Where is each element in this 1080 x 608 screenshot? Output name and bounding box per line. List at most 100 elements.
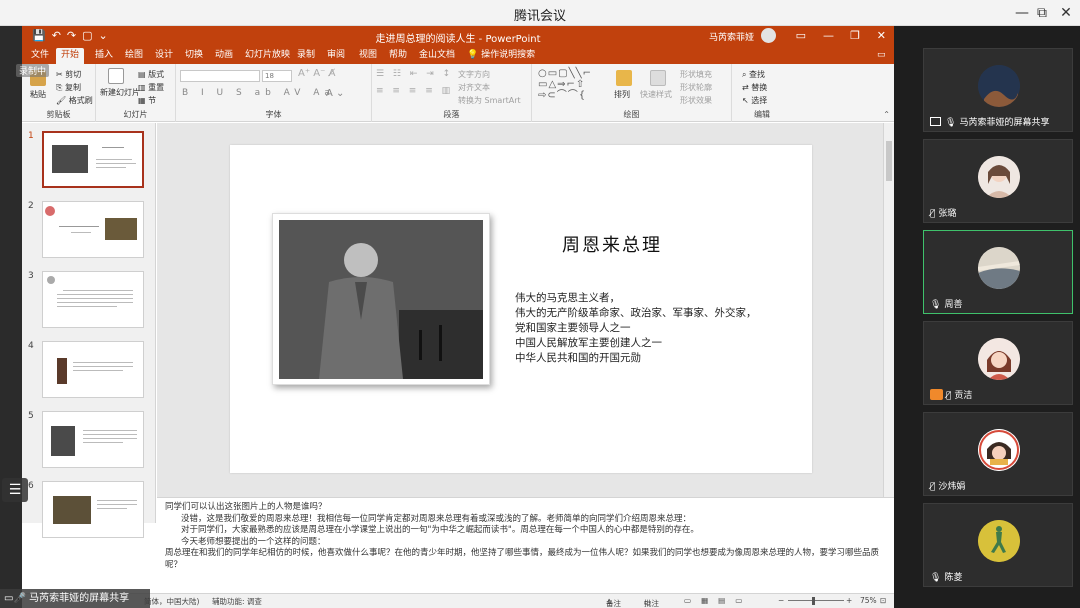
account-name[interactable]: 马芮索菲娅 [709,30,754,43]
tell-me-search[interactable]: 💡 操作说明搜索 [462,48,540,64]
tab-kingsoft-docs[interactable]: 金山文档 [414,48,460,64]
shapes-gallery[interactable]: ○▭▢╲╲⌐ ▭△⇒⌐⇧ ⇨⊂⌒⌒{ [538,68,592,101]
language-status[interactable]: 简体，中国大陆) [144,596,199,607]
speaker-notes[interactable]: 同学们可以认出这张图片上的人物是谁吗？ 没错，这是我们敬爱的周恩来总理！我相信每… [157,497,894,593]
thumb-line [102,147,124,148]
zoom-in-button[interactable]: + [846,596,852,605]
slide-thumbnail-5[interactable] [42,411,144,468]
new-slide-icon[interactable] [108,68,124,84]
participant-tile[interactable]: 🎙̸ 张璐 [923,139,1073,223]
tab-animations[interactable]: 动画 [210,48,238,64]
tab-transitions[interactable]: 切换 [180,48,208,64]
zoom-slider-track[interactable] [788,600,844,601]
mic-icon: 🎙 [930,573,942,583]
section-button[interactable]: ▦ 节 [138,95,156,106]
scroll-thumb[interactable] [886,141,892,181]
align-buttons[interactable]: ≡ ≡ ≡ ≡ ▥ [376,86,453,96]
participant-tile[interactable]: 🎙 周善 [923,230,1073,314]
tab-draw[interactable]: 绘图 [120,48,148,64]
text-direction-button[interactable]: 文字方向 [458,69,490,80]
layout-button[interactable]: ▤ 版式 [138,69,164,80]
slide-thumbnail-6[interactable] [42,481,144,538]
copy-button[interactable]: ⎘ 复制 [56,82,81,93]
avatar-image [978,338,1020,380]
slide-thumbnail-3[interactable] [42,271,144,328]
font-name-box[interactable] [180,70,260,82]
tab-review[interactable]: 审阅 [322,48,350,64]
zoom-level[interactable]: 75% [860,596,877,605]
slide-thumbnail-1[interactable] [42,131,144,188]
collapse-ribbon-icon[interactable]: ⌃ [883,110,890,119]
zoom-slider-knob[interactable] [812,597,815,605]
font-label: 字体 [265,110,282,119]
participant-tile[interactable]: 🎙̸ 沙炜娟 [923,412,1073,496]
fit-slide-icon[interactable]: ⊡ [880,596,886,605]
font-grow-shrink-icons[interactable]: A⁺ A⁻ A̸ [298,68,335,79]
quick-styles-icon[interactable] [650,70,666,86]
shape-fill-button[interactable]: 形状填充 [680,69,712,80]
menu-list-icon[interactable]: ☰ [2,478,28,502]
cut-button[interactable]: ✂ 剪切 [56,69,81,80]
thumb-line [83,430,137,431]
thumb-line [97,504,137,505]
format-painter-button[interactable]: 🖌 格式刷 [56,95,93,106]
find-button[interactable]: ⌕ 查找 [742,69,765,80]
slide-thumbnail-4[interactable] [42,341,144,398]
smartart-button[interactable]: 转换为 SmartArt [458,95,521,106]
avatar-image [978,65,1020,107]
slide-description[interactable]: 伟大的马克思主义者， 伟大的无产阶级革命家、政治家、军事家、外交家， 党和国家主… [515,291,757,366]
shape-effects-button[interactable]: 形状效果 [680,95,712,106]
close-button[interactable]: ✕ [1054,3,1078,23]
account-avatar[interactable] [761,28,776,43]
ribbon-display-icon[interactable]: ▭ [796,29,806,42]
thumb-line [97,508,127,509]
quick-styles-button[interactable]: 快速样式 [640,89,672,100]
slide-title[interactable]: 周恩来总理 [562,231,662,257]
avatar [978,156,1020,198]
avatar [978,65,1020,107]
font-format-buttons[interactable]: B I U S ab AV Aa [182,88,335,98]
participant-name: 🎙̸ 张璐 [930,209,957,219]
arrange-icon[interactable] [616,70,632,86]
replace-button[interactable]: ⇄ 替换 [742,82,767,93]
participant-tile[interactable]: 🎙̸ 贡洁 [923,321,1073,405]
accessibility-status[interactable]: 辅助功能: 调查 [212,596,262,607]
zoom-out-button[interactable]: − [778,596,784,605]
new-slide-button[interactable]: 新建幻灯片 [100,87,140,98]
font-size-box[interactable]: 18 [262,70,292,82]
slide-scrollbar[interactable] [883,123,894,497]
paste-button[interactable]: 粘贴 [30,89,46,100]
participant-tile[interactable]: 🎙 陈菱 [923,503,1073,587]
list-buttons[interactable]: ☰ ☷ ⇤ ⇥ ↕ [376,69,453,79]
tab-record[interactable]: 录制 [292,48,320,64]
slide-thumbnail-2[interactable] [42,201,144,258]
participant-name: 🎙 马芮索菲娅的屏幕共享 [930,115,1049,128]
ppt-close-icon[interactable]: ✕ [877,29,886,42]
tab-home[interactable]: 开始 [56,48,85,64]
ppt-minimize-icon[interactable]: — [823,29,834,42]
avatar [978,429,1020,471]
slide-editor[interactable]: 周恩来总理 伟大的马克思主义者， 伟大的无产阶级革命家、政治家、军事家、外交家，… [157,123,883,497]
tab-design[interactable]: 设计 [150,48,178,64]
select-button[interactable]: ↖ 选择 [742,95,767,106]
thumb-number: 6 [28,481,34,491]
view-buttons[interactable]: ▭▦▤▭ [684,596,752,605]
tab-file[interactable]: 文件 [26,48,54,64]
restore-button[interactable]: ⧉ [1030,3,1054,23]
participant-tile[interactable]: 🎙 马芮索菲娅的屏幕共享 [923,48,1073,132]
font-color-icon[interactable]: A ⌄ [326,88,344,99]
tab-view[interactable]: 视图 [354,48,382,64]
shape-outline-button[interactable]: 形状轮廓 [680,82,712,93]
arrange-button[interactable]: 排列 [614,89,630,100]
portrait-frame[interactable] [272,213,490,385]
tab-slideshow[interactable]: 幻灯片放映 [240,48,295,64]
comments-icon[interactable]: ▭ [872,48,891,64]
ppt-restore-icon[interactable]: ❐ [850,29,860,42]
drawing-group: ○▭▢╲╲⌐ ▭△⇒⌐⇧ ⇨⊂⌒⌒{ 排列 快速样式 形状填充 形状轮廓 形状效… [532,64,732,122]
align-text-button[interactable]: 对齐文本 [458,82,490,93]
reset-button[interactable]: ▥ 重置 [138,82,164,93]
current-slide[interactable]: 周恩来总理 伟大的马克思主义者， 伟大的无产阶级革命家、政治家、军事家、外交家，… [230,145,812,473]
host-badge-icon [930,389,943,400]
tab-insert[interactable]: 插入 [90,48,118,64]
tab-help[interactable]: 帮助 [384,48,412,64]
